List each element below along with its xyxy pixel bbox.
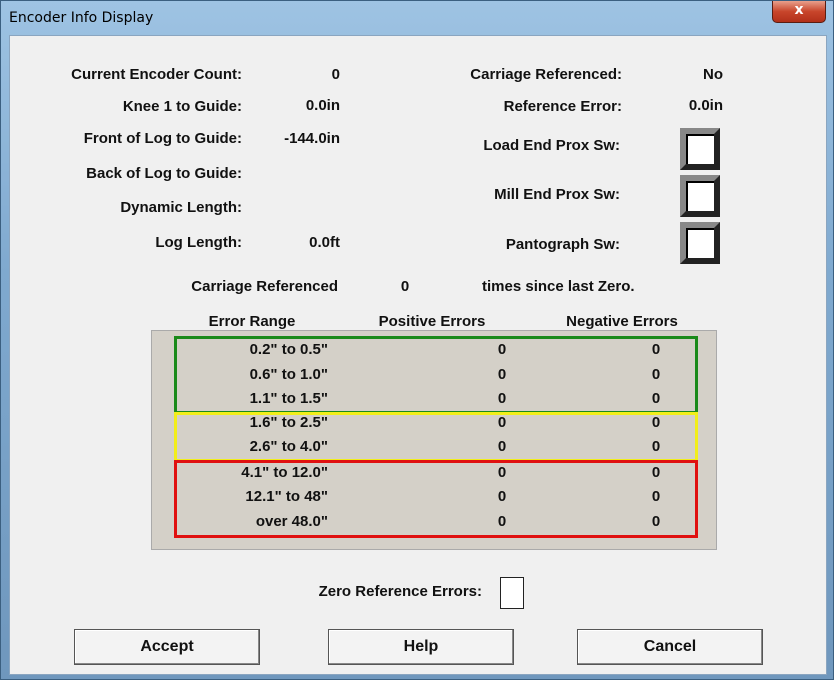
load-end-prox-label: Load End Prox Sw: [483,137,620,154]
mill-end-prox-indicator [680,175,720,217]
error-range-row1: 0.2" to 0.5" [249,341,328,358]
mill-end-prox-label: Mill End Prox Sw: [494,186,620,203]
error-range-row7: 12.1" to 48" [245,488,328,505]
reference-error-label: Reference Error: [503,98,622,115]
dynamic-length-label: Dynamic Length: [120,199,242,216]
current-encoder-count-value: 0 [331,66,340,83]
current-encoder-count-label: Current Encoder Count: [71,66,242,83]
knee1-value: 0.0in [305,97,340,114]
accept-button[interactable]: Accept [74,629,260,665]
carriage-referenced-label: Carriage Referenced: [470,66,622,83]
positive-errors-row4: 0 [497,414,507,431]
negative-errors-row3: 0 [651,390,661,407]
log-length-label: Log Length: [155,234,242,251]
referenced-count-suffix: times since last Zero. [482,278,635,295]
negative-errors-row5: 0 [651,438,661,455]
error-range-row8: over 48.0" [255,513,328,530]
negative-errors-row8: 0 [651,513,661,530]
error-range-row4: 1.6" to 2.5" [249,414,328,431]
header-error-range: Error Range [208,313,296,330]
positive-errors-row3: 0 [497,390,507,407]
knee1-label: Knee 1 to Guide: [122,98,242,115]
positive-errors-row5: 0 [497,438,507,455]
positive-errors-row1: 0 [497,341,507,358]
title-bar[interactable]: Encoder Info Display x [1,1,834,35]
positive-errors-row6: 0 [497,464,507,481]
pantograph-label: Pantograph Sw: [505,236,620,253]
dialog-client: Current Encoder Count: 0 Knee 1 to Guide… [9,35,827,675]
error-table: 0.2" to 0.5" 0 0 0.6" to 1.0" 0 0 1.1" t… [151,330,717,550]
header-negative-errors: Negative Errors [566,313,678,330]
negative-errors-row6: 0 [651,464,661,481]
pantograph-indicator [680,222,720,264]
positive-errors-row2: 0 [497,366,507,383]
back-log-label: Back of Log to Guide: [86,165,242,182]
negative-errors-row7: 0 [651,488,661,505]
error-range-row2: 0.6" to 1.0" [249,366,328,383]
referenced-count-label: Carriage Referenced [191,278,338,295]
zero-reference-errors-label: Zero Reference Errors: [318,583,482,600]
header-positive-errors: Positive Errors [378,313,486,330]
load-end-prox-indicator [680,128,720,170]
zero-reference-errors-checkbox[interactable] [500,577,524,609]
error-range-row5: 2.6" to 4.0" [249,438,328,455]
encoder-info-window: Encoder Info Display x Current Encoder C… [0,0,834,680]
error-range-row6: 4.1" to 12.0" [241,464,328,481]
positive-errors-row7: 0 [497,488,507,505]
reference-error-value: 0.0in [688,97,723,114]
carriage-referenced-value: No [703,66,723,83]
close-button[interactable]: x [772,1,826,23]
negative-errors-row1: 0 [651,341,661,358]
front-log-label: Front of Log to Guide: [83,130,242,147]
negative-errors-row4: 0 [651,414,661,431]
positive-errors-row8: 0 [497,513,507,530]
log-length-value: 0.0ft [309,234,340,251]
window-title: Encoder Info Display [9,10,154,26]
front-log-value: -144.0in [284,130,340,147]
error-range-row3: 1.1" to 1.5" [249,390,328,407]
negative-errors-row2: 0 [651,366,661,383]
help-button[interactable]: Help [328,629,514,665]
referenced-count-value: 0 [400,278,410,295]
close-icon: x [794,2,804,18]
cancel-button[interactable]: Cancel [577,629,763,665]
